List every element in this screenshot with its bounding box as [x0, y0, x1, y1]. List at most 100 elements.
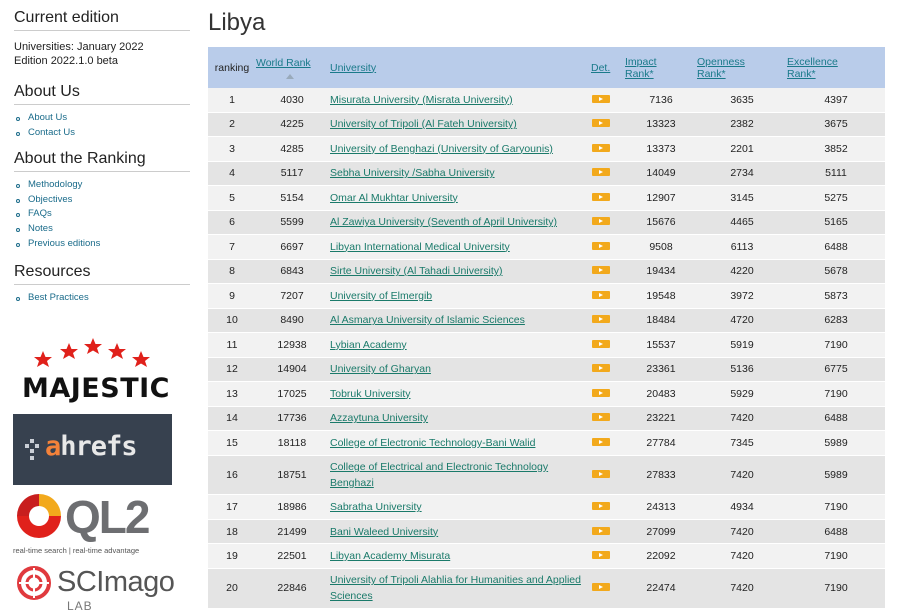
about-us-heading: About Us [14, 83, 190, 105]
cell-impact-rank: 15537 [646, 338, 676, 351]
cell-openness-rank: 2201 [730, 142, 754, 155]
openness-rank-sort-link[interactable]: Openness Rank* [697, 56, 745, 80]
cell-excellence-rank: 5165 [824, 216, 848, 229]
university-link[interactable]: College of Electrical and Electronic Tec… [330, 461, 548, 489]
cell-university: Omar Al Mukhtar University [330, 186, 591, 211]
university-link[interactable]: Tobruk University [330, 388, 411, 400]
details-icon[interactable] [592, 502, 610, 511]
details-icon[interactable] [592, 94, 610, 103]
details-icon[interactable] [592, 315, 610, 324]
details-icon[interactable] [592, 551, 610, 560]
cell-university: Libyan International Medical University [330, 235, 591, 260]
faqs-link[interactable]: FAQs [16, 207, 200, 222]
cell-excellence-rank: 5275 [824, 191, 848, 204]
resources-list: Best Practices [0, 291, 200, 306]
cell-ranking: 10 [226, 314, 238, 327]
details-icon[interactable] [592, 339, 610, 348]
majestic-logo[interactable]: MAJESTIC [13, 337, 173, 409]
university-link[interactable]: Misurata University (Misrata University) [330, 94, 513, 106]
table-row: 19 22501 Libyan Academy Misurata 22092 7420 7… [208, 543, 885, 569]
university-link[interactable]: University of Gharyan [330, 363, 431, 375]
det-sort-link[interactable]: Det. [591, 62, 610, 74]
ql2-tagline: real-time search | real-time advantage [13, 546, 140, 555]
cell-openness-rank: 7420 [730, 468, 754, 481]
openness-rank-label: Rank* [697, 67, 726, 80]
ql2-wordmark: QL2 [65, 491, 150, 543]
university-link[interactable]: Libyan Academy Misurata [330, 550, 450, 562]
university-link[interactable]: University of Tripoli (Al Fateh Universi… [330, 118, 517, 130]
cell-world-rank: 5117 [280, 167, 304, 180]
details-icon[interactable] [592, 583, 610, 592]
cell-openness-rank: 7420 [730, 412, 754, 425]
university-link[interactable]: University of Benghazi (University of Ga… [330, 143, 553, 155]
cell-impact-rank: 22092 [646, 550, 676, 563]
col-openness-rank[interactable]: Openness Rank* [697, 47, 787, 88]
university-link[interactable]: Sebha University /Sabha University [330, 167, 495, 179]
contact-us-link[interactable]: Contact Us [16, 126, 200, 141]
cell-university: University of Benghazi (University of Ga… [330, 137, 591, 162]
cell-openness-rank: 5919 [730, 338, 754, 351]
details-icon[interactable] [592, 266, 610, 275]
edition-version: Edition 2022.1.0 beta [14, 55, 118, 67]
col-world-rank[interactable]: World Rank [256, 47, 330, 88]
methodology-link[interactable]: Methodology [16, 178, 200, 193]
details-icon[interactable] [592, 469, 610, 478]
world-rank-sort-link[interactable]: World Rank [256, 57, 311, 69]
cell-det [591, 88, 625, 112]
details-icon[interactable] [592, 168, 610, 177]
scimago-logo[interactable]: SCImago LAB [13, 562, 178, 614]
details-icon[interactable] [592, 143, 610, 152]
col-university[interactable]: University [330, 47, 591, 88]
about-ranking-list: Methodology Objectives FAQs Notes Previo… [0, 178, 200, 251]
objectives-link[interactable]: Objectives [16, 193, 200, 208]
cell-openness-rank: 4934 [730, 501, 754, 514]
cell-ranking: 11 [226, 338, 238, 351]
cell-university: University of Tripoli Alahlia for Humani… [330, 568, 591, 608]
university-link[interactable]: University of Elmergib [330, 290, 432, 302]
details-icon[interactable] [592, 119, 610, 128]
cell-excellence-rank: 3675 [824, 118, 848, 131]
impact-rank-sort-link[interactable]: Impact Rank* [625, 56, 657, 80]
university-sort-link[interactable]: University [330, 62, 376, 74]
notes-link[interactable]: Notes [16, 222, 200, 237]
col-excellence-rank[interactable]: Excellence Rank* [787, 47, 885, 88]
col-impact-rank[interactable]: Impact Rank* [625, 47, 697, 88]
details-icon[interactable] [592, 364, 610, 373]
ahrefs-logo[interactable]: ahrefs [13, 414, 172, 485]
details-icon[interactable] [592, 192, 610, 201]
university-link[interactable]: College of Electronic Technology-Bani Wa… [330, 437, 535, 449]
university-link[interactable]: Lybian Academy [330, 339, 407, 351]
details-icon[interactable] [592, 437, 610, 446]
university-link[interactable]: University of Tripoli Alahlia for Humani… [330, 574, 581, 602]
previous-editions-link[interactable]: Previous editions [16, 237, 200, 252]
university-link[interactable]: Bani Waleed University [330, 526, 438, 538]
university-link[interactable]: Libyan International Medical University [330, 241, 510, 253]
university-link[interactable]: Al Zawiya University (Seventh of April U… [330, 216, 557, 228]
university-link[interactable]: Al Asmarya University of Islamic Science… [330, 314, 525, 326]
university-link[interactable]: Sirte University (Al Tahadi University) [330, 265, 503, 277]
details-icon[interactable] [592, 290, 610, 299]
university-link[interactable]: Omar Al Mukhtar University [330, 192, 458, 204]
col-det[interactable]: Det. [591, 47, 625, 88]
table-row: 10 8490 Al Asmarya University of Islamic S… [208, 308, 885, 333]
university-link[interactable]: Sabratha University [330, 501, 422, 513]
cell-ranking: 8 [229, 265, 235, 278]
details-icon[interactable] [592, 388, 610, 397]
table-row: 17 18986 Sabratha University 24313 4934 7190 [208, 494, 885, 520]
details-icon[interactable] [592, 217, 610, 226]
excellence-rank-sort-link[interactable]: Excellence Rank* [787, 56, 838, 80]
about-us-link[interactable]: About Us [16, 111, 200, 126]
cell-ranking: 14 [226, 412, 238, 425]
details-icon[interactable] [592, 241, 610, 250]
best-practices-link[interactable]: Best Practices [16, 291, 200, 306]
majestic-wordmark: MAJESTIC [22, 373, 170, 404]
ql2-logo[interactable]: QL2 real-time search | real-time advanta… [13, 488, 173, 558]
details-icon[interactable] [592, 413, 610, 422]
details-icon[interactable] [592, 526, 610, 535]
cell-det [591, 186, 625, 211]
university-link[interactable]: Azzaytuna University [330, 412, 428, 424]
cell-impact-rank: 15676 [646, 216, 676, 229]
cell-det [591, 210, 625, 235]
cell-excellence-rank: 6488 [824, 412, 848, 425]
cell-det [591, 568, 625, 608]
